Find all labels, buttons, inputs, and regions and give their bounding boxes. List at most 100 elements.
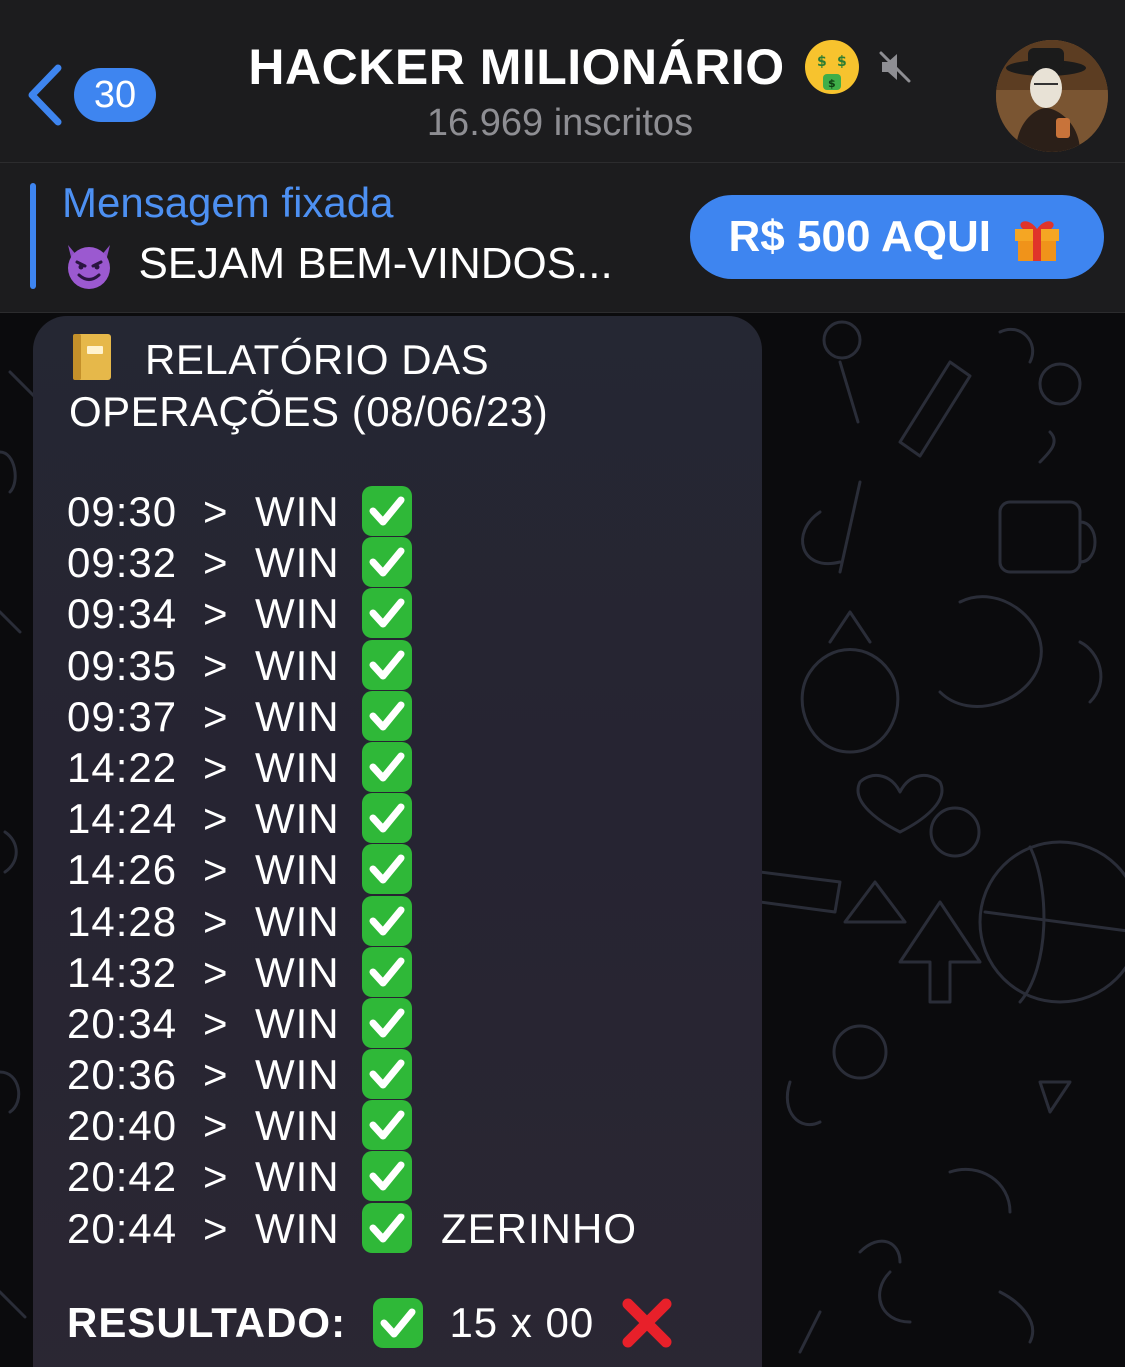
operation-result: WIN [255,795,340,843]
green-check-mark-icon [362,1049,412,1100]
operations-list: 09:30 > WIN 09:32 > WIN 09:34 > WIN 09:3… [67,484,747,1253]
operation-result: WIN [255,1102,340,1150]
operation-row: 20:44 > WIN ZERINHO [67,1201,747,1253]
svg-text:$: $ [817,54,827,70]
operation-time: 20:34 [67,999,178,1047]
operation-row: 09:34 > WIN [67,586,747,639]
operation-time: 09:30 [67,488,178,535]
operation-arrow: > [203,692,229,740]
operation-result: WIN [255,641,340,689]
operation-arrow: > [203,488,229,535]
ledger-book-icon [73,334,111,380]
operation-row: 14:24 > WIN [67,791,747,844]
report-title-row: RELATÓRIO DAS OPERAÇÕES (08/06/23) [69,332,749,438]
pinned-cta-button[interactable]: R$ 500 AQUI [690,195,1104,279]
operation-time: 20:40 [67,1102,178,1150]
green-check-mark-icon [362,844,412,895]
green-check-mark-icon [362,588,412,639]
operation-row: 14:26 > WIN [67,842,747,895]
green-check-mark-icon [362,690,412,741]
green-check-mark-icon [362,1202,412,1253]
green-check-mark-icon [362,741,412,792]
operation-time: 09:37 [67,692,178,740]
operation-row: 09:35 > WIN [67,638,747,690]
operation-result: WIN [255,1051,340,1099]
channel-avatar[interactable] [996,40,1108,152]
operation-arrow: > [203,1204,229,1252]
operation-arrow: > [203,539,229,587]
operation-result: WIN [255,692,340,740]
money-mouth-face-icon: $ $ $ [805,40,860,94]
unread-count-badge: 30 [74,68,156,122]
operation-result: WIN [255,539,340,587]
green-check-mark-icon [372,1298,423,1348]
operation-time: 14:26 [67,846,178,894]
operation-result: WIN [255,846,340,894]
green-check-mark-icon [362,895,412,946]
operation-arrow: > [203,897,229,945]
green-check-mark-icon [362,1151,412,1202]
pinned-text-row: SEJAM BEM-VINDOS... [62,237,613,293]
operation-note: ZERINHO [441,1204,637,1252]
pinned-indicator-line [30,183,36,289]
chat-header: 30 HACKER MILIONÁRIO $ $ $ 16.969 inscri… [0,0,1125,163]
channel-title-row[interactable]: HACKER MILIONÁRIO $ $ $ [230,38,930,108]
pinned-label: Mensagem fixada [62,179,394,226]
operation-time: 09:34 [67,590,178,638]
operation-row: 20:40 > WIN [67,1098,747,1151]
green-check-mark-icon [362,793,412,844]
telegram-channel-screen: 30 HACKER MILIONÁRIO $ $ $ 16.969 inscri… [0,0,1125,1367]
green-check-mark-icon [362,537,412,588]
operation-row: 09:30 > WIN [67,484,747,536]
operation-result: WIN [255,1153,340,1201]
green-check-mark-icon [362,997,412,1048]
svg-text:$: $ [837,54,847,70]
operation-arrow: > [203,641,229,689]
operation-row: 20:36 > WIN [67,1047,747,1100]
svg-text:$: $ [828,77,836,90]
speaker-muted-icon [879,51,911,83]
operation-row: 14:22 > WIN [67,740,747,792]
operation-time: 09:32 [67,539,178,587]
green-check-mark-icon [362,1100,412,1151]
report-title: RELATÓRIO DAS OPERAÇÕES (08/06/23) [69,336,549,435]
operation-arrow: > [203,1051,229,1099]
operation-row: 09:32 > WIN [67,535,747,588]
operation-time: 20:36 [67,1051,178,1099]
subscriber-count: 16.969 inscritos [426,102,694,144]
operation-arrow: > [203,948,229,996]
pinned-message-bar[interactable]: Mensagem fixada SEJAM BEM-VINDOS... R$ 5… [0,163,1125,313]
smiling-devil-icon [68,245,110,289]
operation-row: 09:37 > WIN [67,689,747,741]
pinned-text: SEJAM BEM-VINDOS... [138,239,613,288]
operation-result: WIN [255,743,340,791]
back-button[interactable]: 30 [22,62,162,132]
operation-arrow: > [203,1153,229,1201]
operation-time: 20:44 [67,1204,178,1252]
operation-time: 14:32 [67,948,178,996]
green-check-mark-icon [362,486,412,536]
operation-time: 09:35 [67,641,178,689]
operation-time: 14:24 [67,795,178,843]
result-label: RESULTADO: [67,1299,347,1346]
operation-row: 14:32 > WIN [67,945,747,997]
result-score: 15 x 00 [449,1299,595,1346]
operation-time: 14:22 [67,743,178,791]
operation-time: 14:28 [67,897,178,945]
operation-row: 20:34 > WIN [67,996,747,1048]
operation-arrow: > [203,590,229,638]
operation-result: WIN [255,948,340,996]
operation-result: WIN [255,590,340,638]
red-cross-mark-icon [622,1298,672,1348]
green-check-mark-icon [362,639,412,690]
avatar-image [996,40,1108,152]
message-bubble[interactable]: RELATÓRIO DAS OPERAÇÕES (08/06/23) 09:30… [33,316,762,1367]
operation-arrow: > [203,743,229,791]
operation-arrow: > [203,999,229,1047]
gift-icon [1015,221,1060,261]
operation-result: WIN [255,897,340,945]
operation-row: 20:42 > WIN [67,1149,747,1202]
operation-result: WIN [255,1204,340,1252]
cta-label: R$ 500 AQUI [728,212,992,261]
operation-result: WIN [255,488,340,535]
